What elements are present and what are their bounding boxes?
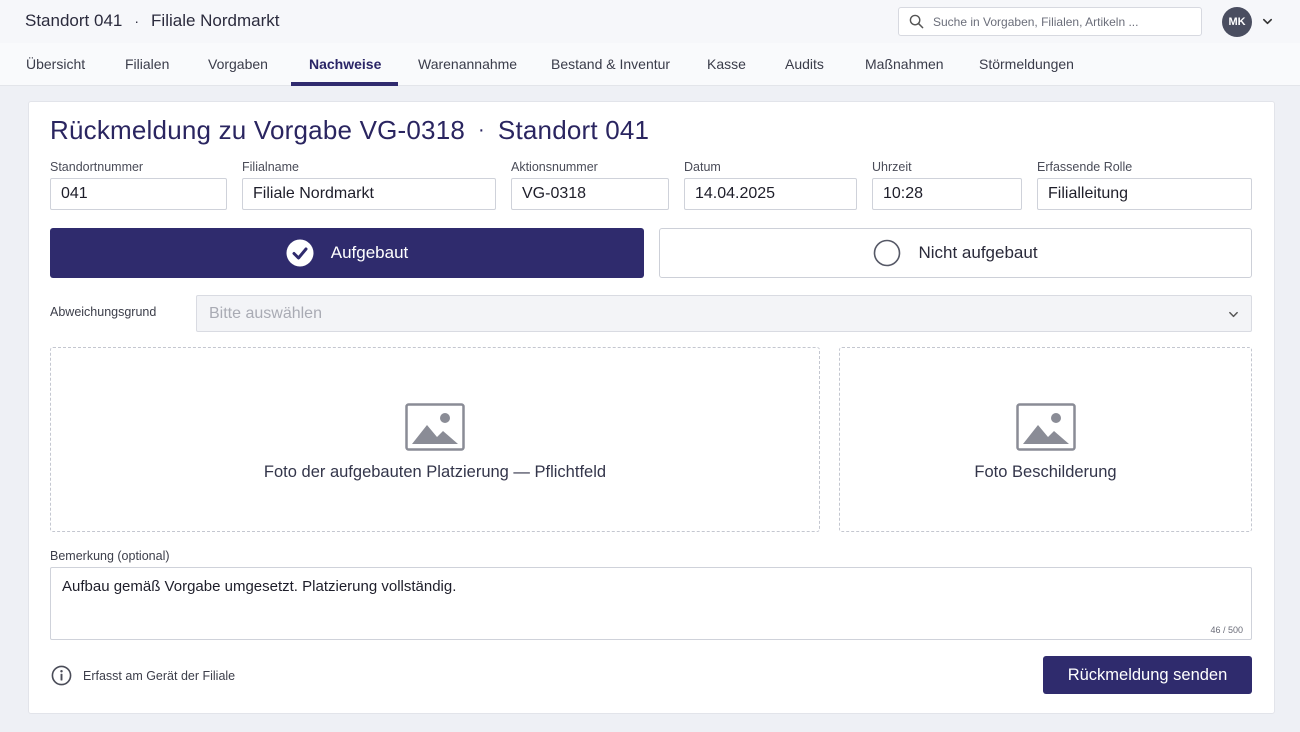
tab-uebersicht[interactable]: Übersicht [26,43,85,85]
page-title-main: Rückmeldung zu Vorgabe VG-0318 [50,115,466,145]
rolle-field[interactable]: Filialleitung [1037,178,1252,210]
chevron-down-icon[interactable] [1262,16,1273,27]
bemerkung-textarea[interactable]: Aufbau gemäß Vorgabe umgesetzt. Platzier… [50,567,1252,640]
tab-stoermeldungen[interactable]: Störmeldungen [979,43,1074,85]
main-navigation: Übersicht Filialen Vorgaben Nachweise Wa… [0,43,1300,86]
filialname-field[interactable]: Filiale Nordmarkt [242,178,496,210]
bemerkung-text: Aufbau gemäß Vorgabe umgesetzt. Platzier… [62,578,457,595]
filialname-label: Filialname [242,160,299,174]
abweichungsgrund-label: Abweichungsgrund [50,305,157,319]
tab-warenannahme[interactable]: Warenannahme [418,43,517,85]
device-info-text: Erfasst am Gerät der Filiale [83,668,236,683]
image-icon [1015,403,1076,451]
signage-photo-dropzone[interactable]: Foto Beschilderung [839,347,1252,532]
breadcrumb-location[interactable]: Standort 041 [25,11,122,31]
search-input[interactable] [933,14,1193,29]
chevron-down-icon [1229,311,1238,318]
submit-button[interactable]: Rückmeldung senden [1043,656,1252,694]
breadcrumb-branch[interactable]: Filiale Nordmarkt [151,11,279,31]
uhrzeit-field[interactable]: 10:28 [872,178,1022,210]
search-box[interactable] [898,7,1202,36]
tab-filialen[interactable]: Filialen [125,43,169,85]
abweichungsgrund-placeholder: Bitte auswählen [209,305,322,322]
rolle-label: Erfassende Rolle [1037,160,1133,174]
check-circle-icon [286,239,314,267]
tab-kasse[interactable]: Kasse [707,43,746,85]
radio-empty-icon [874,239,901,267]
placement-photo-caption: Foto der aufgebauten Platzierung — Pflic… [263,463,607,481]
tab-massnahmen[interactable]: Maßnahmen [865,43,944,85]
nicht-aufgebaut-label: Nicht aufgebaut [918,243,1038,262]
standortnummer-label: Standortnummer [50,160,144,174]
placement-photo-dropzone[interactable]: Foto der aufgebauten Platzierung — Pflic… [50,347,820,532]
character-counter: 46 / 500 [1210,625,1243,635]
device-info: Erfasst am Gerät der Filiale [51,665,235,686]
user-avatar[interactable]: MK [1222,7,1252,37]
page-title-separator: · [478,119,485,141]
datum-label: Datum [684,160,721,174]
nicht-aufgebaut-button[interactable]: Nicht aufgebaut [659,228,1252,278]
bemerkung-label: Bemerkung (optional) [50,549,170,563]
uhrzeit-label: Uhrzeit [872,160,912,174]
abweichungsgrund-select[interactable]: Bitte auswählen [196,295,1252,332]
datum-field[interactable]: 14.04.2025 [684,178,857,210]
page-title-location: Standort 041 [497,115,650,145]
tab-vorgaben[interactable]: Vorgaben [208,43,268,85]
standortnummer-field[interactable]: 041 [50,178,227,210]
page-title: Rückmeldung zu Vorgabe VG-0318 · Standor… [50,115,649,146]
tab-bestand-inventur[interactable]: Bestand & Inventur [551,43,670,85]
image-icon [405,403,465,451]
tab-audits[interactable]: Audits [785,43,824,85]
info-icon [51,665,72,686]
signage-photo-caption: Foto Beschilderung [974,463,1117,481]
aktionsnummer-field[interactable]: VG-0318 [511,178,669,210]
search-icon [909,14,924,29]
breadcrumb: Standort 041 · Filiale Nordmarkt [25,11,280,31]
top-bar: Standort 041 · Filiale Nordmarkt MK [0,0,1300,43]
breadcrumb-separator: · [134,13,140,29]
aktionsnummer-label: Aktionsnummer [511,160,598,174]
aufgebaut-label: Aufgebaut [330,243,409,262]
tab-nachweise[interactable]: Nachweise [290,43,399,86]
aufgebaut-button[interactable]: Aufgebaut [50,228,644,278]
